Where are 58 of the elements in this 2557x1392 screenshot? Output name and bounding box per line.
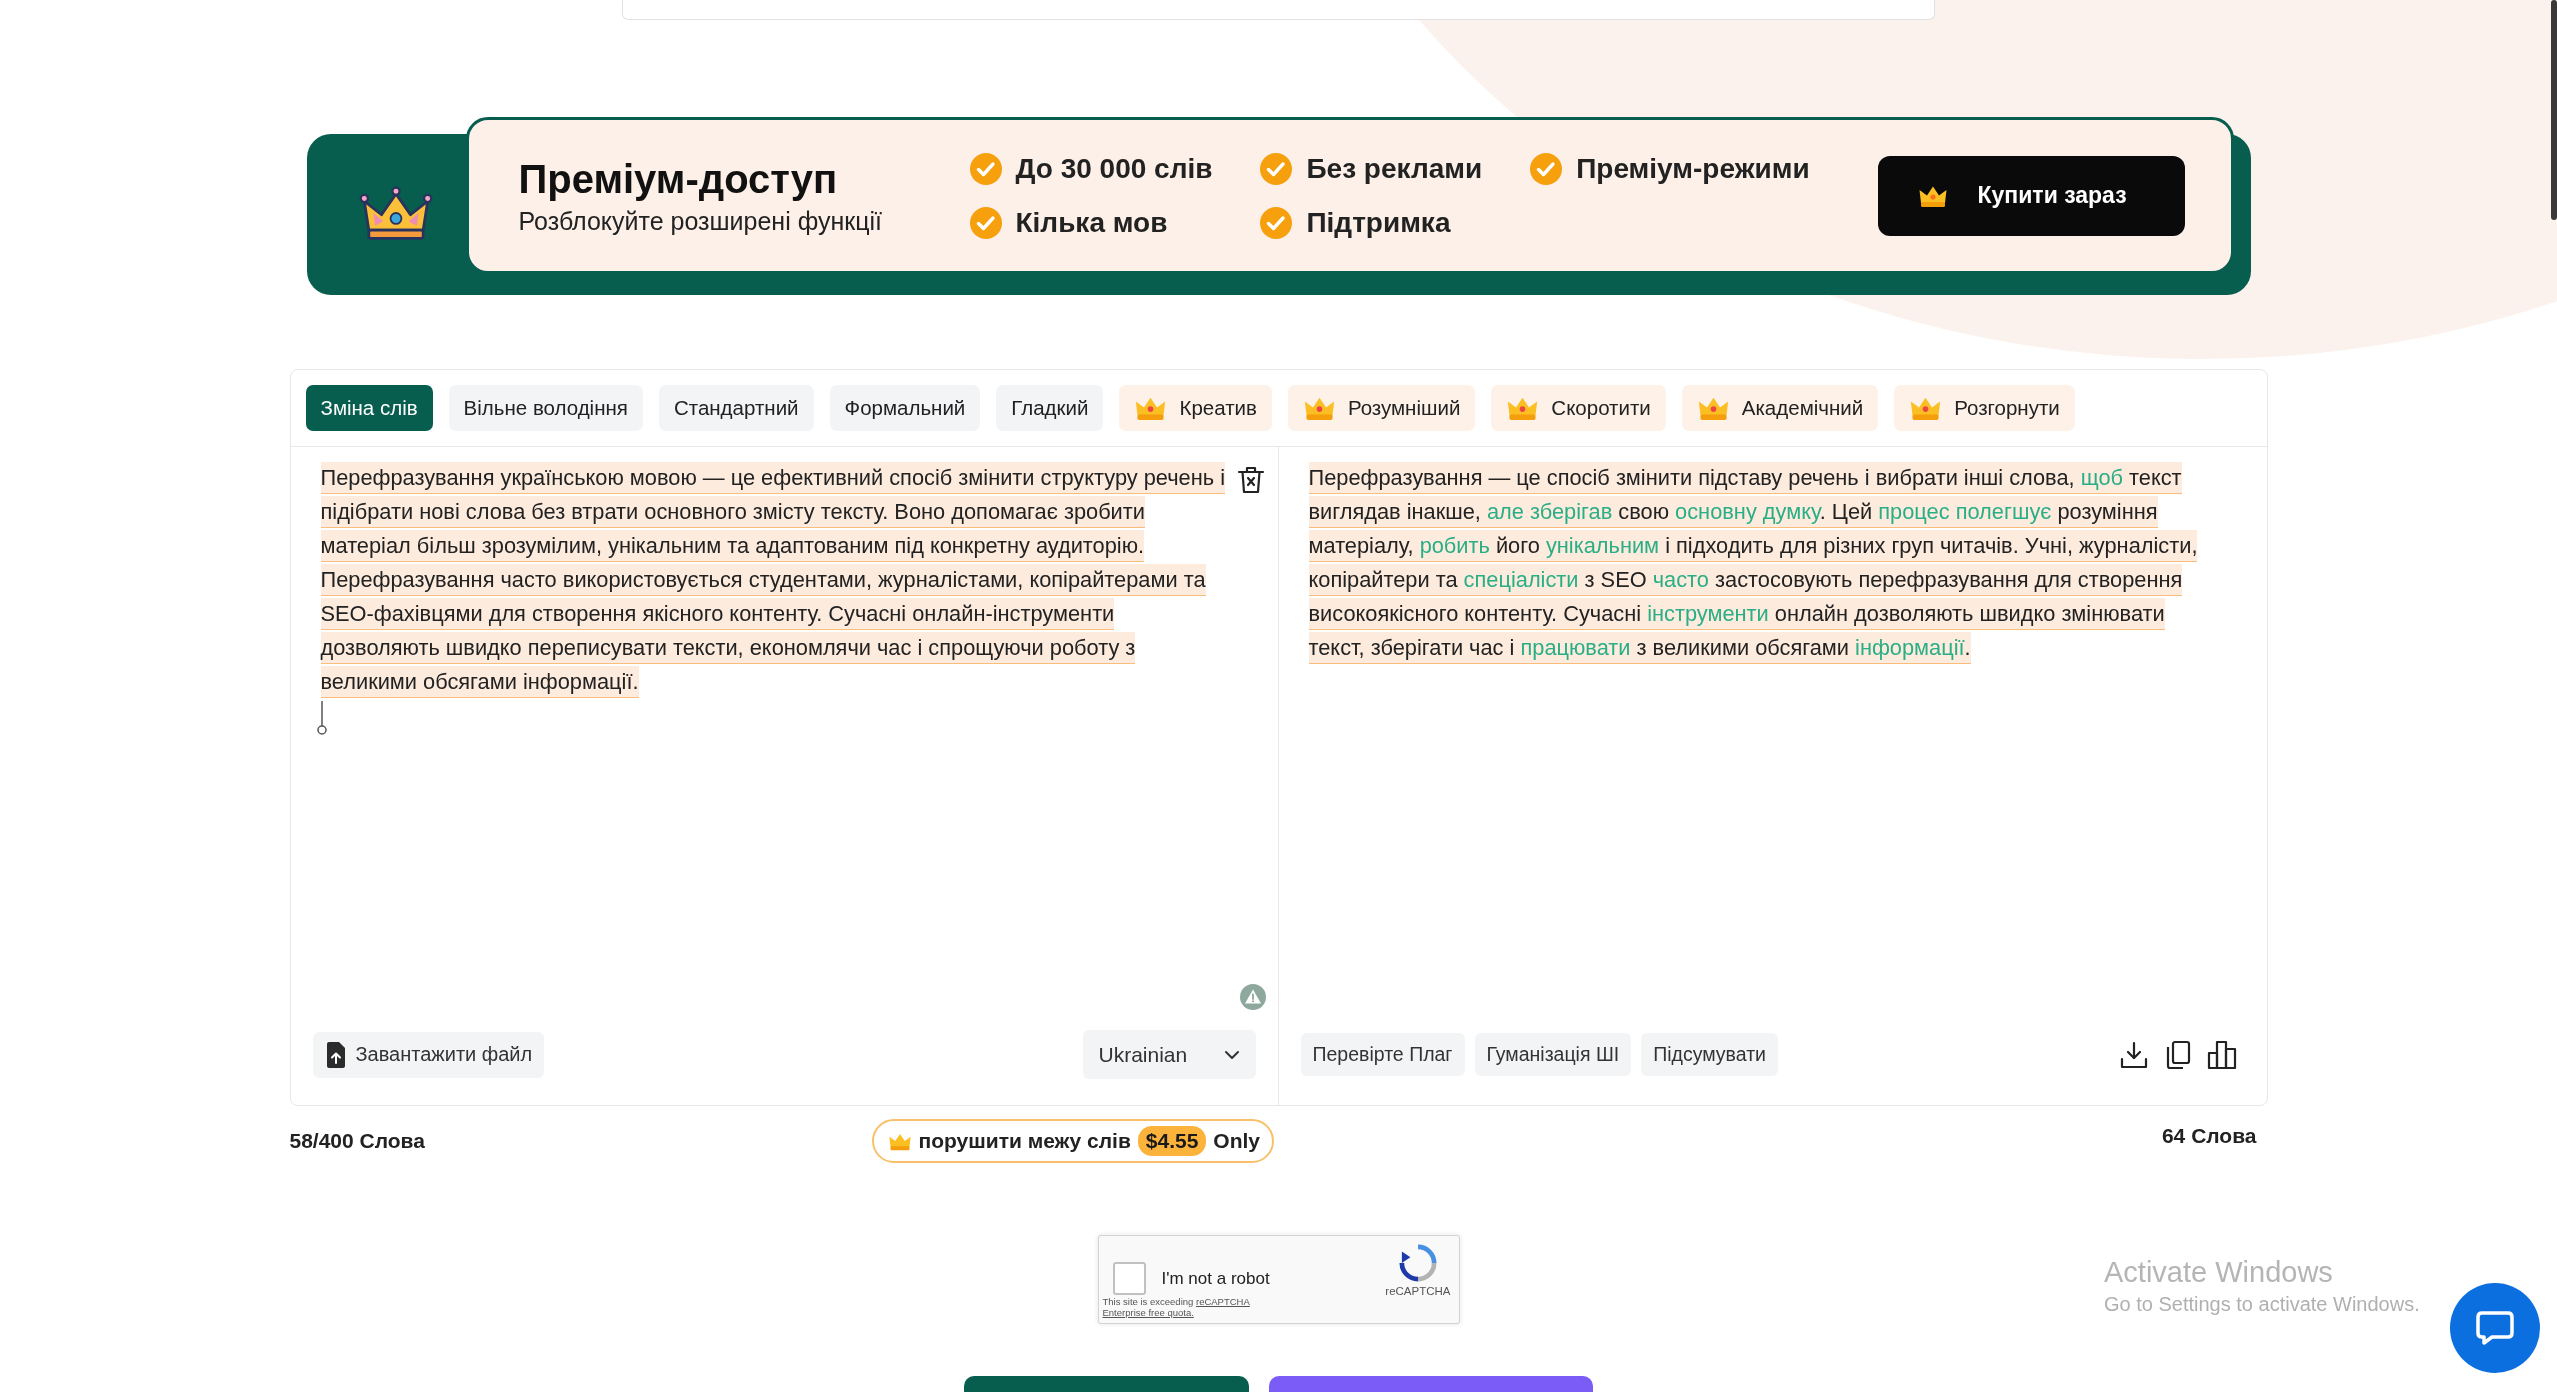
check-icon — [969, 152, 1002, 185]
activation-title: Activate Windows — [2104, 1256, 2334, 1289]
bar-chart-icon[interactable] — [2206, 1039, 2237, 1070]
upload-file-button[interactable]: Завантажити файл — [312, 1031, 545, 1078]
mode-tab[interactable]: Гладкий — [996, 385, 1104, 431]
action-button[interactable]: Підсумувати — [1641, 1033, 1778, 1076]
check-icon — [1260, 206, 1293, 239]
file-upload-icon — [324, 1040, 347, 1069]
feature-label: Преміум-режими — [1576, 152, 1810, 185]
mode-tab[interactable]: Розумніший — [1287, 385, 1476, 431]
captcha-brand: reCAPTCHA — [1385, 1285, 1451, 1297]
feature-label: Підтримка — [1306, 206, 1451, 239]
mode-tab[interactable]: Вільне володіння — [448, 385, 643, 431]
mode-tab[interactable]: Стандартний — [658, 385, 814, 431]
action-button[interactable]: Гуманізація ШІ — [1474, 1033, 1632, 1076]
check-icon — [1530, 152, 1563, 185]
quota-notice: This site is exceeding reCAPTCHA Enterprise free quota. — [1102, 1296, 1251, 1318]
download-icon[interactable] — [2118, 1039, 2149, 1070]
feature-label: До 30 000 слів — [1015, 152, 1213, 185]
check-icon — [1260, 152, 1293, 185]
mode-tab[interactable]: Розгорнути — [1894, 385, 2075, 431]
scrollbar-thumb[interactable] — [2551, 0, 2557, 220]
warning-icon[interactable] — [1239, 984, 1266, 1010]
mode-tab[interactable]: Креатив — [1119, 385, 1272, 431]
quota-link[interactable]: Enterprise free quota. — [1102, 1307, 1194, 1318]
crown-icon — [357, 184, 434, 242]
quota-link[interactable]: reCAPTCHA — [1195, 1296, 1250, 1307]
trash-icon[interactable] — [1235, 465, 1266, 495]
chevron-down-icon — [1223, 1049, 1240, 1060]
crown-icon — [1506, 395, 1540, 421]
crown-icon — [1696, 395, 1730, 421]
mode-tab[interactable]: Зміна слів — [305, 385, 433, 431]
language-dropdown[interactable]: Ukrainian — [1082, 1030, 1256, 1079]
mode-tab[interactable]: Скоротити — [1491, 385, 1666, 431]
crown-icon — [1302, 395, 1336, 421]
text-input-field[interactable]: Перефразування українською мовою — це ефективний спосіб змінити структуру речень і підібрати нові слова без втрати основного змісту тексту. Воно допомагає зробити матеріал більш зрозумілим, унікальним та адаптованим під конкретну аудиторію. Перефразування часто використовується студентами, журналістами, копірайтерами та SEO-фахівцями для створення якісного контенту. Сучасні онлайн-інструменти дозволяють швидко переписувати тексти, економлячи час і спрощуючи роботу з великими обсягами інформації. — [320, 461, 1228, 984]
crown-icon — [1134, 395, 1168, 421]
buy-button[interactable]: Купити зараз — [1877, 155, 2185, 236]
premium-subtitle: Розблокуйте розширені функції — [518, 206, 884, 236]
text-cursor-icon — [315, 701, 328, 735]
activation-subtitle: Go to Settings to activate Windows. — [2104, 1293, 2420, 1316]
output-word-count: 64 Слова — [2161, 1124, 2257, 1148]
circular-arrows-icon — [1398, 1244, 1437, 1282]
feature-label: Кілька мов — [1015, 206, 1168, 239]
action-button[interactable]: Перевірте Плаг — [1300, 1033, 1465, 1076]
premium-title: Преміум-доступ — [518, 155, 839, 203]
feature-label: Без реклами — [1306, 152, 1483, 185]
mode-tab[interactable]: Формальний — [829, 385, 981, 431]
captcha-label: I'm not a robot — [1161, 1268, 1270, 1289]
price-badge: $4.55 — [1137, 1126, 1207, 1156]
chat-bubble-icon — [2475, 1310, 2515, 1346]
captcha-checkbox[interactable] — [1112, 1262, 1146, 1295]
output-text: Перефразування — це спосіб змінити підставу речень і вибрати інші слова, щоб текст виглядав інакше, але зберігав свою основну думку. Цей процес полегшує розуміння матеріалу, робить його унікальним і підходить для різних груп читачів. Учні, журналісти, копірайтери та спеціалісти з SEO часто застосовують перефразування для створення високоякісного контенту. Сучасні інструменти онлайн дозволяють швидко змінювати текст, зберігати час і працювати з великими обсягами інформації. — [1278, 447, 2267, 1010]
crown-icon — [1909, 395, 1943, 421]
word-count: 58/400 Слова — [289, 1129, 425, 1153]
mode-tab[interactable]: Академічний — [1681, 385, 1879, 431]
upgrade-button[interactable]: порушити межу слів $4.55 Only — [871, 1119, 1275, 1163]
check-icon — [969, 206, 1002, 239]
